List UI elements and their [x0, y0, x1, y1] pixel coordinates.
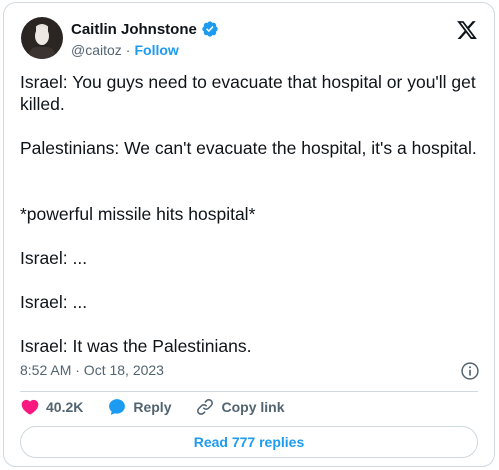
- separator-dot: ·: [125, 42, 131, 58]
- tweet-body: Israel: You guys need to evacuate that h…: [20, 71, 480, 357]
- tweet-line: *powerful missile hits hospital*: [20, 204, 256, 224]
- reply-bubble-icon: [109, 399, 126, 415]
- like-button[interactable]: 40.2K: [20, 397, 83, 417]
- copy-link-button[interactable]: Copy link: [195, 397, 285, 417]
- tweet-line: Israel: You guys need to evacuate that h…: [20, 72, 476, 114]
- verified-badge-icon: [202, 21, 218, 37]
- divider: [20, 391, 478, 392]
- like-count: 40.2K: [46, 399, 84, 415]
- heart-icon: [21, 399, 39, 415]
- copy-link-label: Copy link: [221, 399, 285, 415]
- follow-button[interactable]: Follow: [134, 42, 178, 58]
- read-replies-button[interactable]: Read 777 replies: [20, 426, 478, 458]
- link-icon: [197, 399, 214, 415]
- avatar[interactable]: [21, 17, 63, 59]
- tweet-line: Israel: ...: [20, 248, 88, 268]
- author-handle-row: @caitoz · Follow: [71, 42, 179, 58]
- tweet-timestamp[interactable]: 8:52 AM · Oct 18, 2023: [20, 362, 164, 378]
- reply-button[interactable]: Reply: [107, 397, 171, 417]
- info-icon[interactable]: [460, 361, 480, 381]
- author-name[interactable]: Caitlin Johnstone: [71, 21, 197, 38]
- tweet-line: Palestinians: We can't evacuate the hosp…: [20, 138, 477, 158]
- action-bar: 40.2K Reply Copy link: [20, 396, 309, 418]
- tweet-line: Israel: ...: [20, 292, 88, 312]
- tweet-card: Caitlin Johnstone @caitoz · Follow Israe…: [3, 2, 495, 467]
- tweet-line: Israel: It was the Palestinians.: [20, 336, 252, 356]
- reply-label: Reply: [133, 399, 172, 415]
- x-logo-icon[interactable]: [456, 19, 478, 41]
- author-name-row[interactable]: Caitlin Johnstone: [71, 20, 219, 38]
- author-handle[interactable]: @caitoz: [71, 42, 122, 58]
